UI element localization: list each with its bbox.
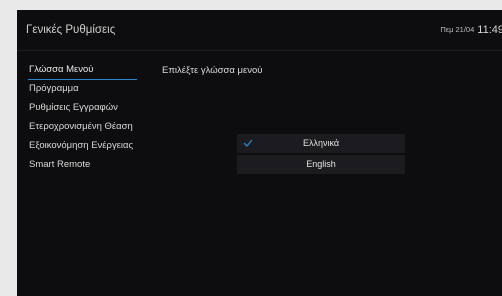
option-label: English — [306, 159, 336, 169]
section-title: Επιλέξτε γλώσσα μενού — [162, 65, 263, 76]
language-option-greek[interactable]: Ελληνικά — [237, 134, 405, 153]
menu-item-smart-remote[interactable]: Smart Remote — [28, 156, 148, 175]
menu-item-recording-settings[interactable]: Ρυθμίσεις Εγγραφών — [28, 99, 148, 118]
menu-item-menu-language[interactable]: Γλώσσα Μενού — [28, 61, 137, 80]
date-label: Πεμ 21/04 — [440, 25, 475, 34]
language-options: Ελληνικά English — [237, 134, 405, 176]
option-label: Ελληνικά — [302, 138, 340, 148]
menu-item-energy-saving[interactable]: Εξοικονόμηση Ενέργειας — [28, 137, 148, 156]
time-label: 11:49 — [477, 24, 502, 36]
header-bar: Γενικές Ρυθμίσεις Πεμ 21/04 11:49 — [17, 10, 502, 51]
language-option-english[interactable]: English — [237, 155, 405, 174]
menu-item-schedule[interactable]: Πρόγραμμα — [28, 80, 148, 99]
page-title: Γενικές Ρυθμίσεις — [26, 24, 116, 36]
menu-item-timeshift-viewing[interactable]: Ετεροχρονισμένη Θέαση — [28, 118, 148, 137]
tv-settings-screen: Γενικές Ρυθμίσεις Πεμ 21/04 11:49 Γλώσσα … — [17, 10, 502, 296]
date-time-display: Πεμ 21/04 11:49 — [440, 24, 502, 36]
settings-menu: Γλώσσα Μενού Πρόγραμμα Ρυθμίσεις Εγγραφώ… — [28, 61, 148, 175]
check-icon — [243, 139, 253, 147]
